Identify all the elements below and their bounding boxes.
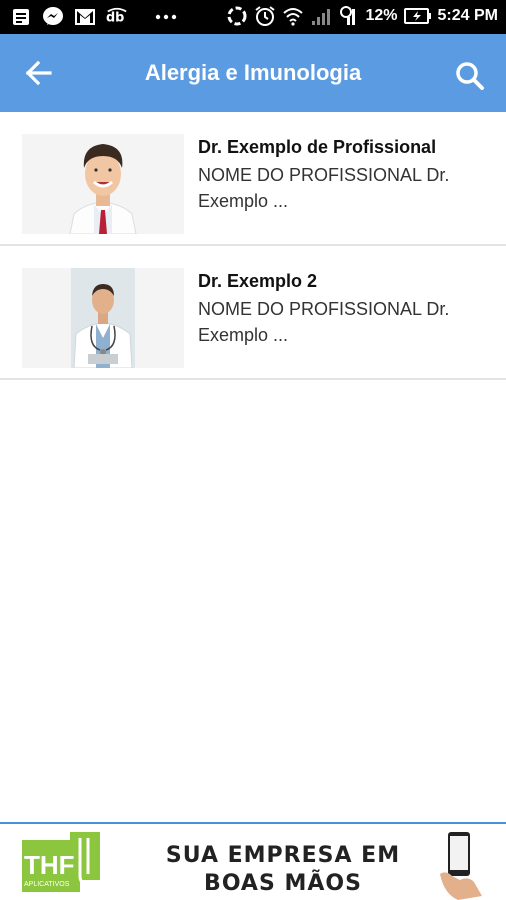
status-bar-notifications: db	[10, 6, 180, 28]
banner-line2: BOAS MÃOS	[204, 871, 362, 896]
logo-text: THF	[24, 850, 75, 880]
more-icon	[152, 6, 180, 28]
banner-slogan: SUA EMPRESA EM BOAS MÃOS	[138, 842, 428, 898]
professional-photo	[22, 268, 184, 368]
alarm-icon	[254, 5, 276, 27]
ad-banner[interactable]: THF APLICATIVOS SUA EMPRESA EM BOAS MÃOS	[0, 822, 506, 900]
page-title: Alergia e Imunologia	[144, 60, 362, 85]
professional-photo	[22, 134, 184, 234]
professional-name: Dr. Exemplo 2	[198, 271, 318, 291]
sync-icon	[226, 5, 248, 27]
signal-icon	[310, 5, 332, 27]
professional-description: NOME DO PROFISSIONAL Dr. Exemplo ...	[198, 165, 450, 211]
logo-subtext: APLICATIVOS	[24, 881, 70, 888]
status-bar: db 12% 5:24 PM	[0, 0, 506, 34]
banner-line1: SUA EMPRESA EM	[165, 843, 401, 868]
notes-icon	[10, 6, 32, 28]
clock: 5:24 PM	[437, 7, 498, 24]
messenger-icon	[42, 6, 64, 28]
thf-logo: THF APLICATIVOS	[18, 830, 108, 898]
data-icon	[338, 5, 360, 27]
professional-name: Dr. Exemplo de Profissional	[198, 137, 437, 157]
search-button[interactable]	[454, 60, 486, 92]
dab-icon: db	[106, 6, 128, 28]
phone-hand-icon	[438, 830, 484, 900]
back-arrow-icon	[25, 60, 52, 86]
search-icon	[456, 62, 484, 90]
svg-text:db: db	[106, 11, 124, 26]
gmail-icon	[74, 6, 96, 28]
status-bar-system: 12% 5:24 PM	[226, 5, 498, 27]
battery-icon	[403, 5, 432, 27]
list-item[interactable]: Dr. Exemplo 2 NOME DO PROFISSIONAL Dr. E…	[0, 246, 506, 380]
professional-list: Dr. Exemplo de Profissional NOME DO PROF…	[0, 112, 506, 380]
professional-description: NOME DO PROFISSIONAL Dr. Exemplo ...	[198, 299, 450, 345]
back-button[interactable]	[22, 58, 58, 88]
wifi-icon	[282, 5, 304, 27]
list-item[interactable]: Dr. Exemplo de Profissional NOME DO PROF…	[0, 112, 506, 246]
battery-percent: 12%	[365, 7, 398, 24]
app-bar: Alergia e Imunologia	[0, 34, 506, 112]
